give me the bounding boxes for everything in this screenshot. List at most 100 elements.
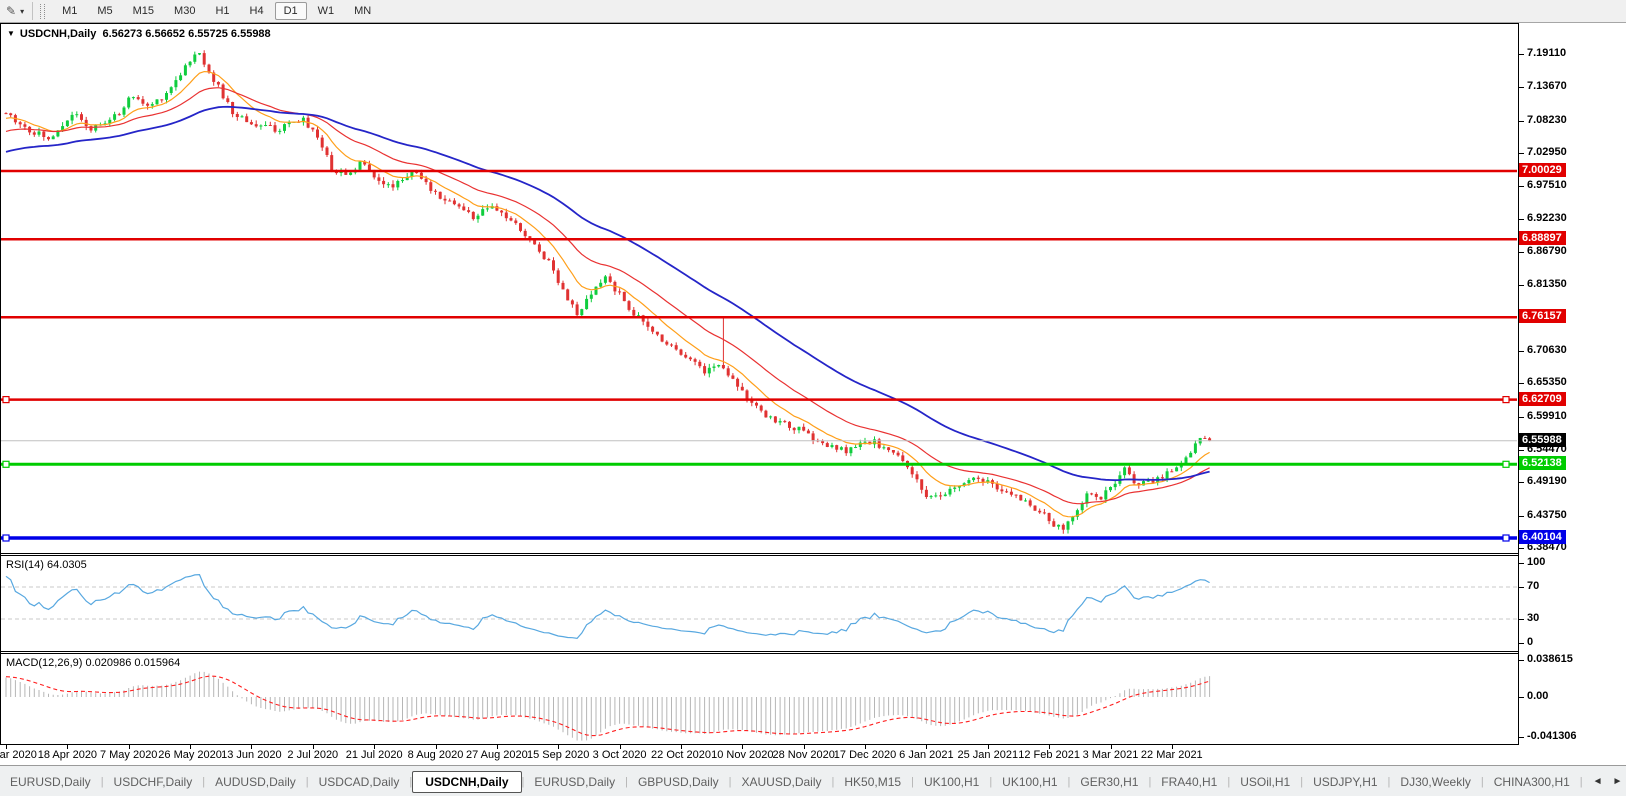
chart-tab-dj30-weekly[interactable]: DJ30,Weekly xyxy=(1390,772,1480,792)
toolbar-separator xyxy=(32,2,33,20)
timeframe-button-h1[interactable]: H1 xyxy=(206,2,238,20)
price-tick-dash xyxy=(1519,351,1524,352)
chart-ohlc-values: 6.56273 6.56652 6.55725 6.55988 xyxy=(102,28,270,40)
timeframe-button-m1[interactable]: M1 xyxy=(53,2,86,20)
rsi-label: RSI(14) 64.0305 xyxy=(6,559,87,571)
tab-scroll-left-icon[interactable]: ◄ xyxy=(1593,776,1603,787)
pen-tool-icon: ✎ xyxy=(6,4,16,18)
chart-tab-uk100-h1[interactable]: UK100,H1 xyxy=(992,772,1067,792)
chart-tab-usdcad-daily[interactable]: USDCAD,Daily xyxy=(309,772,410,792)
price-tick-dash xyxy=(1519,153,1524,154)
date-tick-label: 31 Mar 2020 xyxy=(0,749,37,761)
date-tick-label: 12 Feb 2021 xyxy=(1018,749,1080,761)
price-axis[interactable]: 7.191107.136707.082307.029506.975106.922… xyxy=(1519,23,1626,745)
timeframe-button-m5[interactable]: M5 xyxy=(88,2,121,20)
timeframe-button-m30[interactable]: M30 xyxy=(165,2,204,20)
timeframe-button-d1[interactable]: D1 xyxy=(275,2,307,20)
date-tick-label: 28 Nov 2020 xyxy=(772,749,834,761)
price-tick-dash xyxy=(1519,54,1524,55)
collapse-triangle-icon[interactable]: ▼ xyxy=(7,29,15,38)
rsi-tick: 100 xyxy=(1527,556,1545,568)
price-chart-canvas[interactable] xyxy=(0,24,1518,553)
price-tick-dash xyxy=(1519,285,1524,286)
rsi-tick-dash xyxy=(1519,643,1524,644)
price-tick: 7.13670 xyxy=(1527,80,1567,92)
symbol-tab-bar: EURUSD,Daily|USDCHF,Daily|AUDUSD,Daily|U… xyxy=(0,765,1626,796)
date-tick-label: 17 Dec 2020 xyxy=(834,749,896,761)
level-price-label: 6.88897 xyxy=(1519,231,1566,245)
macd-indicator-canvas[interactable] xyxy=(0,654,1518,744)
chart-tab-usdchf-daily[interactable]: USDCHF,Daily xyxy=(104,772,203,792)
price-tick-dash xyxy=(1519,482,1524,483)
macd-tick-dash xyxy=(1519,660,1524,661)
chart-tab-usoil-h1[interactable]: USOil,H1 xyxy=(1230,772,1300,792)
mt4-window: ✎ ▾ M1M5M15M30H1H4D1W1MN ▼ USDCNH,Daily 6… xyxy=(0,0,1626,796)
chart-tab-uk100-h1[interactable]: UK100,H1 xyxy=(914,772,989,792)
date-tick-label: 15 Sep 2020 xyxy=(527,749,589,761)
price-tick-dash xyxy=(1519,87,1524,88)
price-tick-dash xyxy=(1519,121,1524,122)
macd-tick: -0.041306 xyxy=(1527,730,1577,742)
date-axis[interactable]: 31 Mar 202018 Apr 20207 May 202026 May 2… xyxy=(0,745,1626,765)
macd-tick: 0.038615 xyxy=(1527,653,1573,665)
price-tick-dash xyxy=(1519,516,1524,517)
macd-bottom-border xyxy=(0,744,1626,745)
date-tick-label: 27 Aug 2020 xyxy=(466,749,528,761)
chart-tab-ger30-h1[interactable]: GER30,H1 xyxy=(1070,772,1148,792)
price-tick-dash xyxy=(1519,548,1524,549)
price-tick: 6.70630 xyxy=(1527,344,1567,356)
chevron-down-icon: ▾ xyxy=(20,7,24,16)
rsi-tick: 30 xyxy=(1527,612,1539,624)
macd-top-border xyxy=(0,653,1626,654)
date-tick-label: 7 May 2020 xyxy=(100,749,157,761)
price-tick-dash xyxy=(1519,383,1524,384)
macd-label: MACD(12,26,9) 0.020986 0.015964 xyxy=(6,657,180,669)
level-price-label: 6.40104 xyxy=(1519,530,1566,544)
level-price-label: 6.52138 xyxy=(1519,456,1566,470)
chart-left-border xyxy=(0,23,1,745)
date-tick-label: 3 Oct 2020 xyxy=(593,749,647,761)
chart-rsi-splitter[interactable] xyxy=(0,553,1626,554)
chart-tool-button[interactable]: ✎ ▾ xyxy=(0,4,30,18)
chart-tab-eurusd-daily[interactable]: EURUSD,Daily xyxy=(0,772,101,792)
rsi-tick: 70 xyxy=(1527,580,1539,592)
date-tick-label: 10 Nov 2020 xyxy=(711,749,773,761)
date-tick-label: 22 Oct 2020 xyxy=(651,749,711,761)
price-tick: 6.59910 xyxy=(1527,410,1567,422)
price-tick: 7.02950 xyxy=(1527,146,1567,158)
chart-symbol-period: USDCNH,Daily xyxy=(20,28,96,40)
price-tick: 7.19110 xyxy=(1527,47,1566,59)
chart-tab-china300-h1[interactable]: CHINA300,H1 xyxy=(1484,772,1580,792)
toolbar-grip[interactable] xyxy=(40,4,45,19)
chart-tab-usdjpy-h1[interactable]: USDJPY,H1 xyxy=(1303,772,1387,792)
chart-tab-xauusd-daily[interactable]: XAUUSD,Daily xyxy=(732,772,832,792)
level-price-label: 7.00029 xyxy=(1519,163,1566,177)
rsi-macd-splitter[interactable] xyxy=(0,651,1626,652)
date-tick-label: 25 Jan 2021 xyxy=(958,749,1019,761)
price-tick: 6.86790 xyxy=(1527,245,1567,257)
price-tick: 6.43750 xyxy=(1527,509,1567,521)
price-tick-dash xyxy=(1519,417,1524,418)
price-tick-dash xyxy=(1519,219,1524,220)
chart-tab-fra40-h1[interactable]: FRA40,H1 xyxy=(1151,772,1227,792)
chart-tab-hk50-m15[interactable]: HK50,M15 xyxy=(834,772,911,792)
chart-tab-gbpusd-daily[interactable]: GBPUSD,Daily xyxy=(628,772,729,792)
date-tick-label: 3 Mar 2021 xyxy=(1083,749,1139,761)
chart-tab-usdcnh-daily[interactable]: USDCNH,Daily xyxy=(412,771,521,793)
rsi-tick-dash xyxy=(1519,619,1524,620)
price-tick: 6.81350 xyxy=(1527,278,1567,290)
timeframe-button-mn[interactable]: MN xyxy=(345,2,380,20)
timeframe-button-m15[interactable]: M15 xyxy=(124,2,163,20)
chart-tab-eurusd-daily[interactable]: EURUSD,Daily xyxy=(524,772,625,792)
rsi-tick-dash xyxy=(1519,563,1524,564)
chart-title: ▼ USDCNH,Daily 6.56273 6.56652 6.55725 6.… xyxy=(7,28,271,40)
date-tick-label: 18 Apr 2020 xyxy=(38,749,97,761)
rsi-top-border xyxy=(0,555,1626,556)
chart-tab-audusd-daily[interactable]: AUDUSD,Daily xyxy=(205,772,306,792)
price-tick-dash xyxy=(1519,186,1524,187)
timeframe-button-h4[interactable]: H4 xyxy=(241,2,273,20)
date-tick-label: 21 Jul 2020 xyxy=(346,749,403,761)
timeframe-button-w1[interactable]: W1 xyxy=(309,2,344,20)
rsi-indicator-canvas[interactable] xyxy=(0,556,1518,651)
tab-scroll-right-icon[interactable]: ► xyxy=(1613,776,1623,787)
